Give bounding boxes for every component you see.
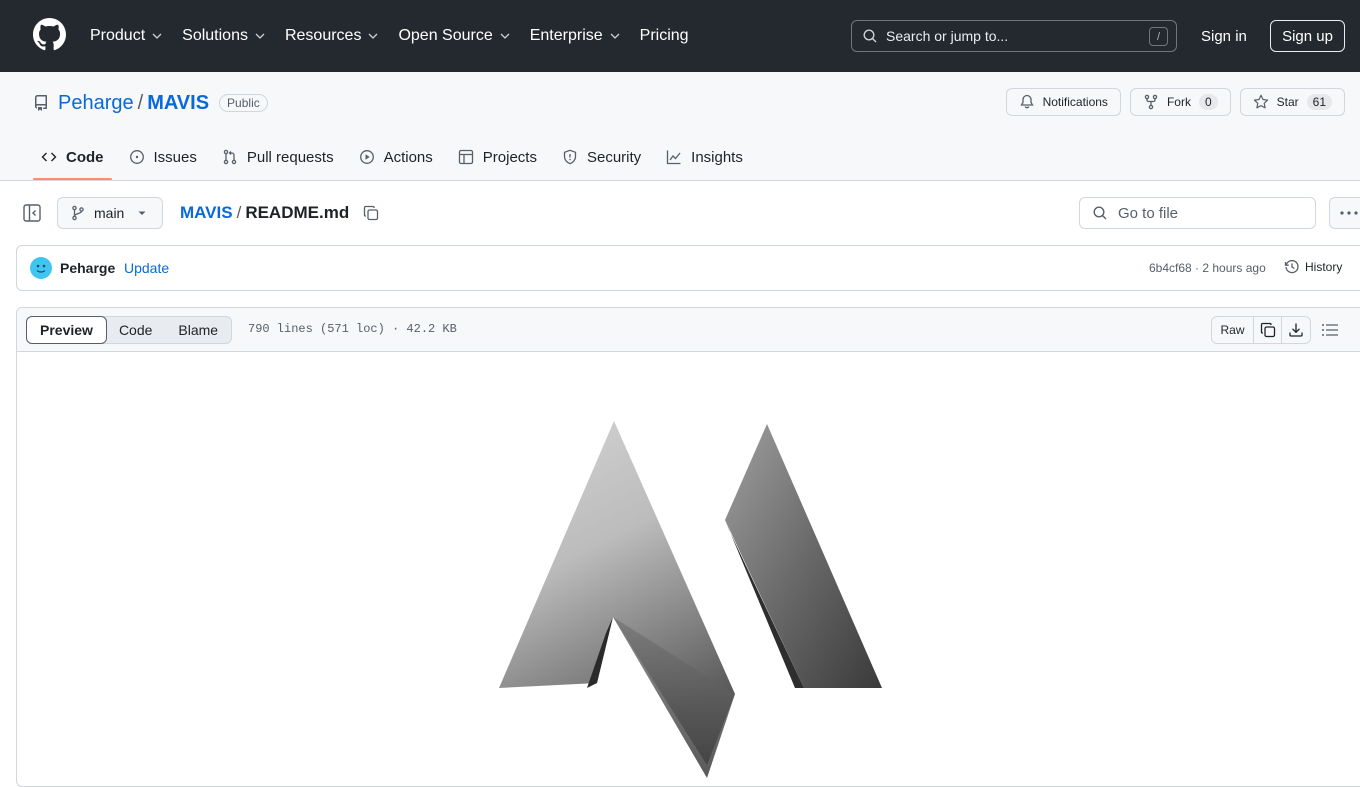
history-icon bbox=[1284, 259, 1299, 274]
chevron-down-icon bbox=[368, 33, 378, 39]
file-actions: Raw bbox=[1211, 316, 1311, 344]
search-icon bbox=[863, 29, 877, 43]
raw-button[interactable]: Raw bbox=[1212, 317, 1254, 343]
view-mode-switcher: Preview Code Blame bbox=[26, 316, 233, 344]
avatar-face-icon bbox=[36, 264, 46, 273]
fork-icon bbox=[1144, 94, 1158, 110]
file-viewer-header: Preview Code Blame 790 lines (571 loc) ·… bbox=[17, 308, 1360, 352]
commit-message-link[interactable]: Update bbox=[124, 260, 169, 276]
search-shortcut-key: / bbox=[1149, 27, 1168, 46]
issue-icon bbox=[129, 150, 144, 164]
visibility-badge: Public bbox=[219, 94, 268, 112]
pull-request-icon bbox=[223, 149, 237, 165]
commit-meta[interactable]: 6b4cf68 · 2 hours ago bbox=[1149, 261, 1266, 275]
repo-actions: Notifications Fork 0 Star 61 bbox=[1005, 88, 1345, 116]
repo-title: Peharge / MAVIS Public bbox=[33, 90, 268, 116]
preview-tab[interactable]: Preview bbox=[26, 316, 107, 344]
copy-raw-button[interactable] bbox=[1254, 317, 1282, 343]
chevron-down-icon bbox=[255, 33, 265, 39]
star-icon bbox=[1253, 94, 1268, 109]
nav-enterprise[interactable]: Enterprise bbox=[530, 27, 621, 45]
tab-security[interactable]: Security bbox=[554, 138, 649, 176]
code-icon bbox=[41, 152, 57, 162]
breadcrumb-repo-link[interactable]: MAVIS bbox=[180, 203, 233, 223]
nav-solutions[interactable]: Solutions bbox=[182, 27, 266, 45]
blame-tab[interactable]: Blame bbox=[165, 317, 231, 343]
tab-code[interactable]: Code bbox=[33, 138, 112, 180]
breadcrumb-file-name: README.md bbox=[245, 203, 350, 222]
tab-pull-requests[interactable]: Pull requests bbox=[214, 138, 342, 176]
nav-product[interactable]: Product bbox=[90, 27, 163, 45]
star-button[interactable]: Star 61 bbox=[1239, 88, 1345, 116]
table-icon bbox=[458, 149, 473, 165]
kebab-horizontal-icon bbox=[1340, 211, 1358, 215]
graph-icon bbox=[667, 150, 681, 165]
code-tab[interactable]: Code bbox=[106, 317, 165, 343]
tab-projects[interactable]: Projects bbox=[450, 138, 545, 176]
mavis-logo-image bbox=[499, 421, 882, 778]
tab-actions[interactable]: Actions bbox=[351, 138, 441, 176]
nav-pricing[interactable]: Pricing bbox=[640, 27, 689, 45]
file-viewer: Preview Code Blame 790 lines (571 loc) ·… bbox=[16, 307, 1360, 787]
shield-icon bbox=[563, 149, 577, 165]
nav-open-source[interactable]: Open Source bbox=[398, 27, 510, 45]
sign-up-button[interactable]: Sign up bbox=[1270, 20, 1345, 52]
copy-icon bbox=[1260, 322, 1275, 338]
breadcrumb: MAVIS / README.md bbox=[180, 201, 379, 225]
global-search-input[interactable]: Search or jump to... / bbox=[851, 20, 1177, 52]
repo-header: Peharge / MAVIS Public Notifications For… bbox=[0, 72, 1360, 181]
file-stats: 790 lines (571 loc) · 42.2 KB bbox=[248, 322, 457, 336]
sidebar-toggle-icon[interactable] bbox=[23, 204, 41, 222]
download-button[interactable] bbox=[1282, 317, 1310, 343]
go-to-file-input[interactable]: Go to file bbox=[1079, 197, 1316, 229]
repo-name-link[interactable]: MAVIS bbox=[147, 92, 209, 115]
branch-icon bbox=[72, 205, 84, 221]
repo-separator: / bbox=[137, 91, 144, 114]
repo-tabs: Code Issues Pull requests Actions Projec… bbox=[33, 138, 760, 180]
caret-down-icon bbox=[138, 211, 146, 215]
play-icon bbox=[359, 150, 374, 164]
commit-author[interactable]: Peharge bbox=[60, 260, 115, 276]
repo-icon bbox=[34, 95, 47, 111]
search-placeholder: Search or jump to... bbox=[886, 28, 1009, 44]
global-nav: Product Solutions Resources Open Source … bbox=[90, 0, 708, 72]
fork-button[interactable]: Fork 0 bbox=[1129, 88, 1231, 116]
github-logo-icon[interactable] bbox=[33, 18, 66, 51]
chevron-down-icon bbox=[610, 33, 620, 39]
breadcrumb-separator: / bbox=[236, 203, 242, 222]
tab-insights[interactable]: Insights bbox=[658, 138, 751, 176]
star-count: 61 bbox=[1306, 94, 1332, 110]
copy-path-icon[interactable] bbox=[363, 205, 379, 221]
search-icon bbox=[1093, 206, 1107, 220]
file-navigation-bar: main MAVIS / README.md Go to file bbox=[0, 181, 1360, 245]
fork-count: 0 bbox=[1198, 94, 1218, 110]
branch-selector[interactable]: main bbox=[57, 197, 163, 229]
latest-commit-bar: Peharge Update 6b4cf68 · 2 hours ago His… bbox=[16, 245, 1360, 291]
notifications-button[interactable]: Notifications bbox=[1005, 88, 1121, 116]
history-button[interactable]: History bbox=[1284, 259, 1342, 275]
download-icon bbox=[1289, 323, 1303, 337]
chevron-down-icon bbox=[500, 33, 510, 39]
tab-issues[interactable]: Issues bbox=[121, 138, 205, 176]
chevron-down-icon bbox=[152, 33, 162, 39]
author-avatar[interactable] bbox=[30, 257, 52, 279]
repo-owner-link[interactable]: Peharge bbox=[58, 92, 134, 115]
more-options-button[interactable] bbox=[1329, 197, 1360, 229]
global-header: Product Solutions Resources Open Source … bbox=[0, 0, 1360, 72]
nav-resources[interactable]: Resources bbox=[285, 27, 379, 45]
bell-icon bbox=[1019, 94, 1034, 109]
sign-in-link[interactable]: Sign in bbox=[1201, 20, 1247, 52]
outline-list-icon[interactable] bbox=[1321, 322, 1339, 338]
